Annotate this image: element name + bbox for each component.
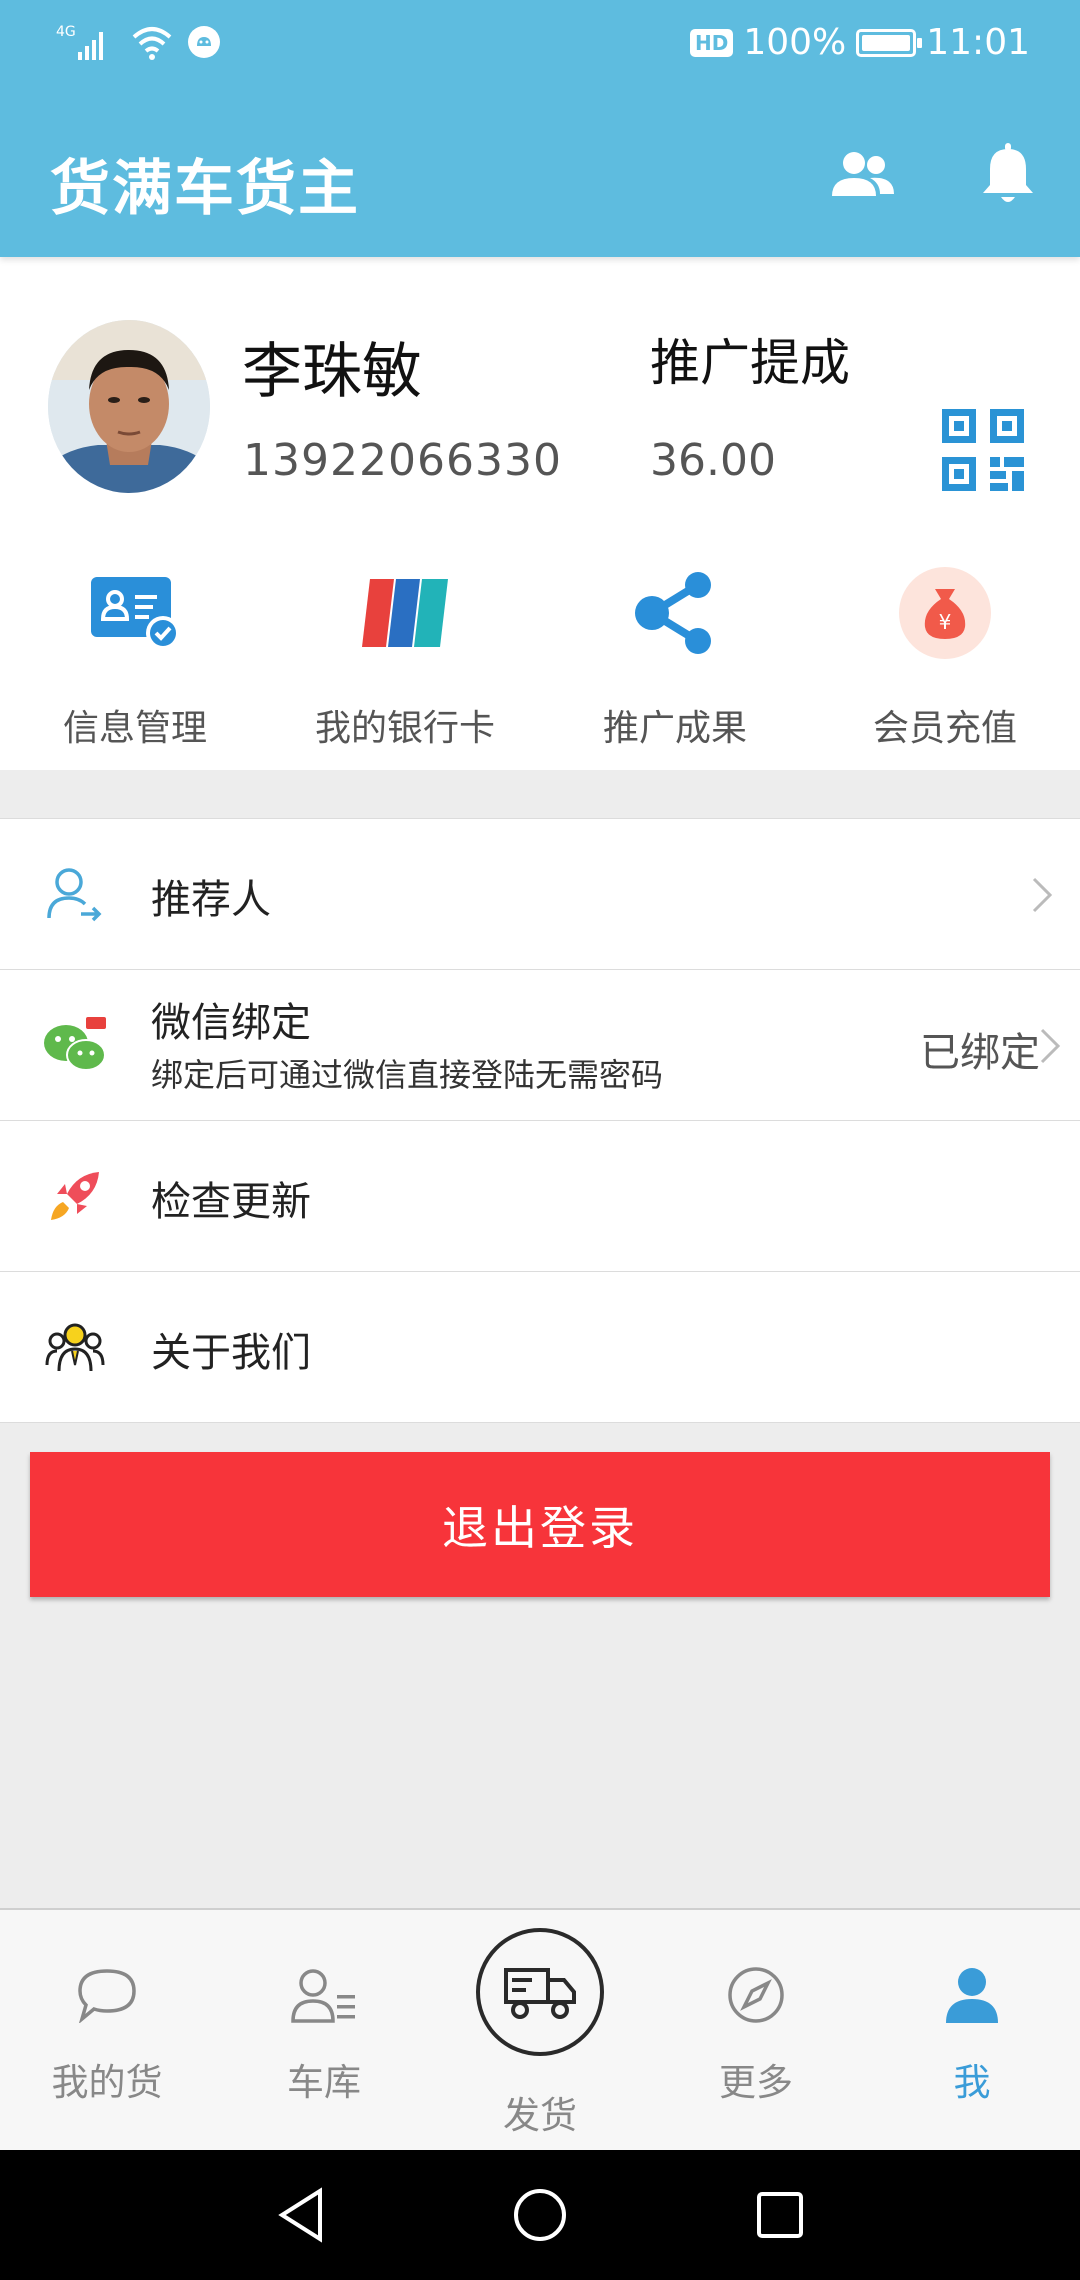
quick-promo-results[interactable]: 推广成果 xyxy=(540,557,810,757)
tab-ship-button[interactable] xyxy=(476,1928,604,2056)
app-title: 货满车货主 xyxy=(50,154,360,224)
rocket-icon xyxy=(40,1161,110,1231)
system-nav-bar xyxy=(0,2150,1080,2280)
referrer-icon xyxy=(40,859,110,929)
contacts-icon[interactable] xyxy=(823,140,903,210)
recents-icon[interactable] xyxy=(745,2180,815,2250)
quick-label: 信息管理 xyxy=(62,708,207,749)
quick-bank-card[interactable]: 我的银行卡 xyxy=(270,557,540,757)
svg-text:¥: ¥ xyxy=(939,610,952,634)
quick-info-management[interactable]: 信息管理 xyxy=(0,557,270,757)
battery-fill xyxy=(862,34,911,51)
top-bar: 4G HD 100% 11:01 货满车货主 xyxy=(0,0,1080,257)
android-notification-icon xyxy=(188,26,220,58)
tab-garage[interactable]: 车库 xyxy=(244,1960,404,2106)
quick-label: 推广成果 xyxy=(602,708,747,749)
share-icon xyxy=(625,563,725,663)
row-label: 微信绑定 xyxy=(151,1000,311,1046)
settings-list: 推荐人 微信绑定 绑定后可通过微信直接登陆无需密码 已绑定 检查更新 关于我们 xyxy=(0,818,1080,1423)
promo-commission-value: 36.00 xyxy=(650,435,776,486)
truck-icon xyxy=(504,1968,576,2019)
driver-list-icon xyxy=(289,1960,359,2030)
tab-label: 我的货 xyxy=(51,2061,163,2104)
logout-button[interactable]: 退出登录 xyxy=(30,1452,1050,1597)
list-item-referrer[interactable]: 推荐人 xyxy=(0,819,1080,970)
money-bag-icon: ¥ xyxy=(895,563,995,663)
profile-card: 李珠敏 13922066330 推广提成 36.00 信息管理 我的银行卡 推广… xyxy=(0,257,1080,770)
chat-bubble-icon xyxy=(72,1960,142,2030)
status-right: HD 100% 11:01 xyxy=(689,22,1030,63)
quick-actions: 信息管理 我的银行卡 推广成果 ¥ 会员充值 xyxy=(0,557,1080,757)
status-bar: 4G HD 100% 11:01 xyxy=(0,0,1080,90)
hd-badge: HD xyxy=(689,28,734,57)
bank-card-icon xyxy=(355,563,455,663)
tab-label: 车库 xyxy=(287,2061,361,2104)
status-left: 4G xyxy=(56,22,220,62)
bottom-tab-bar: 我的货 车库 发货 更多 我 xyxy=(0,1908,1080,2150)
tab-me[interactable]: 我 xyxy=(892,1960,1052,2106)
tab-label: 我 xyxy=(953,2061,991,2104)
quick-label: 我的银行卡 xyxy=(314,708,495,749)
promo-commission-title: 推广提成 xyxy=(650,334,850,392)
person-icon xyxy=(937,1960,1007,2030)
user-phone: 13922066330 xyxy=(243,435,562,486)
avatar[interactable] xyxy=(48,320,210,493)
row-label: 检查更新 xyxy=(151,1179,311,1225)
wechat-icon xyxy=(40,1010,110,1080)
qr-code-icon[interactable] xyxy=(942,409,1024,491)
home-icon[interactable] xyxy=(505,2180,575,2250)
network-type: 4G xyxy=(56,24,76,40)
tab-my-cargo[interactable]: 我的货 xyxy=(27,1960,187,2106)
signal-icon: 4G xyxy=(56,24,103,60)
battery-percent: 100% xyxy=(743,22,847,63)
wifi-icon xyxy=(132,27,172,60)
compass-icon xyxy=(721,1960,791,2030)
clock: 11:01 xyxy=(926,22,1030,63)
wechat-bind-status: 已绑定 xyxy=(920,1030,1040,1076)
tab-label: 更多 xyxy=(719,2061,793,2104)
battery-icon xyxy=(856,28,923,57)
id-card-icon xyxy=(85,563,185,663)
chevron-right-icon xyxy=(1032,877,1053,913)
bell-icon[interactable] xyxy=(968,140,1048,210)
tab-more[interactable]: 更多 xyxy=(676,1960,836,2106)
list-item-check-update[interactable]: 检查更新 xyxy=(0,1121,1080,1272)
list-item-about-us[interactable]: 关于我们 xyxy=(0,1272,1080,1423)
quick-member-recharge[interactable]: ¥ 会员充值 xyxy=(810,557,1080,757)
chevron-right-icon xyxy=(1040,1028,1061,1064)
row-label: 关于我们 xyxy=(151,1330,311,1376)
list-item-wechat-binding[interactable]: 微信绑定 绑定后可通过微信直接登陆无需密码 已绑定 xyxy=(0,970,1080,1121)
back-icon[interactable] xyxy=(266,2180,336,2250)
tab-ship-label: 发货 xyxy=(503,2094,577,2137)
user-name: 李珠敏 xyxy=(242,337,422,407)
row-label: 推荐人 xyxy=(151,877,271,923)
row-sublabel: 绑定后可通过微信直接登陆无需密码 xyxy=(151,1056,664,1094)
quick-label: 会员充值 xyxy=(872,708,1017,749)
team-icon xyxy=(40,1312,110,1382)
